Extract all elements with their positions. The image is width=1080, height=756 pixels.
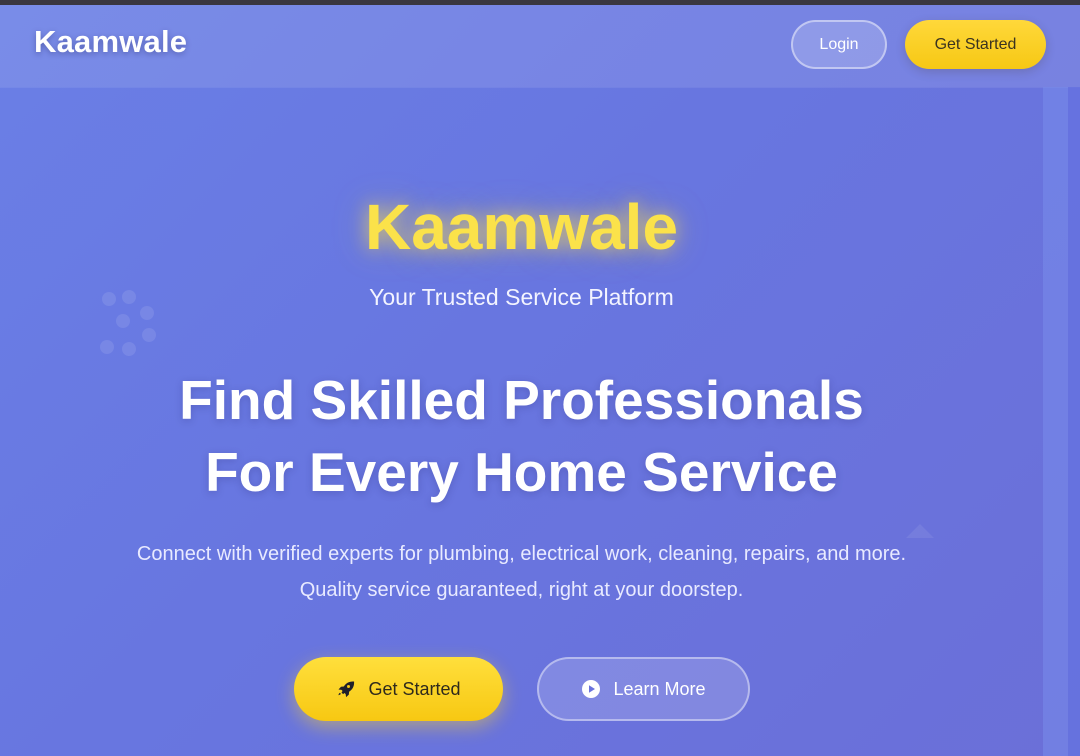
hero-headline: Find Skilled Professionals For Every Hom…	[0, 364, 1043, 508]
hero-get-started-button[interactable]: Get Started	[294, 657, 503, 721]
hero-subtitle: Your Trusted Service Platform	[369, 284, 674, 310]
headline-line-1: Find Skilled Professionals	[179, 369, 864, 431]
login-button[interactable]: Login	[791, 20, 887, 69]
description-line-2: Quality service guaranteed, right at you…	[299, 579, 744, 601]
navbar: Kaamwale Login Get Started	[0, 5, 1080, 87]
brand-logo[interactable]: Kaamwale	[34, 24, 187, 60]
headline-line-2: For Every Home Service	[205, 441, 838, 503]
scrollbar-thumb[interactable]	[1068, 87, 1080, 756]
learn-more-button[interactable]: Learn More	[537, 657, 750, 721]
description-line-1: Connect with verified experts for plumbi…	[136, 543, 907, 565]
rocket-icon	[336, 679, 356, 699]
play-circle-icon	[581, 679, 601, 699]
hero-get-started-label: Get Started	[368, 678, 461, 699]
hero-description: Connect with verified experts for plumbi…	[0, 536, 1043, 608]
learn-more-label: Learn More	[613, 678, 706, 699]
hero-title: Kaamwale	[364, 191, 679, 263]
nav-get-started-button[interactable]: Get Started	[905, 20, 1046, 69]
